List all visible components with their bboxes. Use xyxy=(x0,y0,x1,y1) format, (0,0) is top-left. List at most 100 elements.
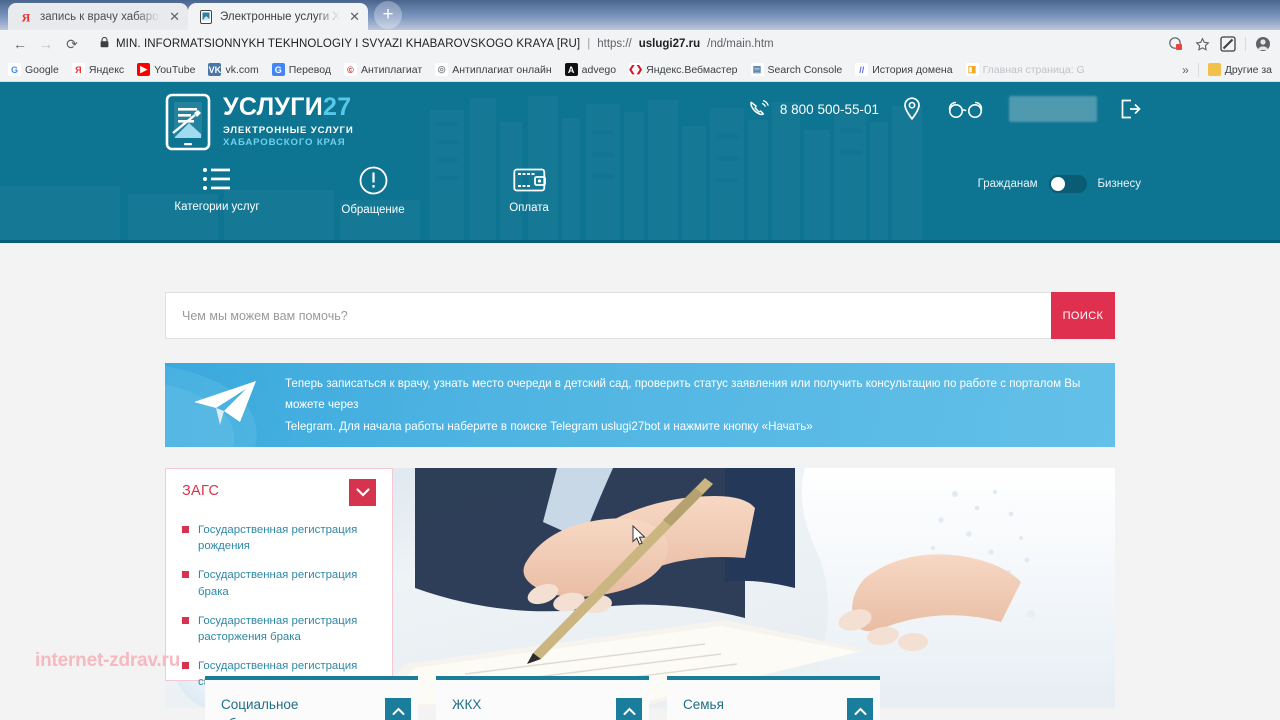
chevron-up-icon[interactable] xyxy=(616,698,642,720)
user-name-redacted[interactable] xyxy=(1009,96,1097,122)
circle-icon: ◎ xyxy=(435,63,449,76)
bookmark-item[interactable]: ❮❯ Яндекс.Вебмастер xyxy=(628,63,738,76)
chevron-up-icon[interactable] xyxy=(847,698,873,720)
glasses-icon[interactable] xyxy=(945,98,987,120)
youtube-icon: ▶ xyxy=(137,63,151,76)
bookmarks-overflow-icon[interactable]: » xyxy=(1182,63,1189,77)
category-cards: Социальное обеспечение ЖКХ Семья xyxy=(205,676,1115,720)
category-card-title: Социальное обеспечение xyxy=(221,697,302,720)
bookmark-item[interactable]: // История домена xyxy=(855,63,953,76)
bookmark-label: Антиплагиат онлайн xyxy=(452,63,552,76)
bookmark-star-icon[interactable] xyxy=(1193,35,1211,53)
bookmark-item[interactable]: ◎ Антиплагиат онлайн xyxy=(435,63,552,76)
support-phone[interactable]: 8 800 500-55-01 xyxy=(747,97,879,121)
audience-toggle[interactable]: Гражданам Бизнесу xyxy=(978,175,1141,193)
zags-service-list: Государственная регистрация рождения Гос… xyxy=(182,522,376,691)
bullet-icon xyxy=(182,616,189,624)
profile-avatar-icon[interactable] xyxy=(1254,35,1272,53)
bookmarks-divider xyxy=(1197,62,1199,77)
zags-item-label: Государственная регистрация брака xyxy=(198,569,358,598)
toolbar-icons xyxy=(1161,35,1272,53)
bookmark-item[interactable]: ▤ Search Console xyxy=(750,63,842,76)
logo-text: УСЛУГИ27 ЭЛЕКТРОННЫЕ УСЛУГИ ХАБАРОВСКОГО… xyxy=(223,95,354,149)
bookmark-item[interactable]: G Перевод xyxy=(271,63,331,76)
main-navigation: Категории услуг Обращение Оплата xyxy=(165,166,581,216)
bullet-icon xyxy=(182,662,189,670)
browser-toolbar: ← → ⟳ MIN. INFORMATSIONNYKH TEKHNOLOGIY … xyxy=(0,30,1280,58)
browser-tab-1-title: запись к врачу хабаровск — Ян xyxy=(40,10,160,23)
extensions-icon[interactable] xyxy=(1167,35,1185,53)
chevron-down-icon[interactable] xyxy=(349,479,376,506)
nav-item-categories-label: Категории услуг xyxy=(174,201,260,213)
tablet-document-icon xyxy=(165,93,211,151)
nav-item-appeal[interactable]: Обращение xyxy=(321,166,425,216)
bookmark-item[interactable]: Я Яндекс xyxy=(71,63,125,76)
category-card-family[interactable]: Семья xyxy=(667,676,880,720)
list-item[interactable]: Государственная регистрация расторжения … xyxy=(182,613,376,645)
list-item[interactable]: Государственная регистрация брака xyxy=(182,567,376,599)
lock-icon xyxy=(100,36,109,51)
bookmark-label: Главная страница: G xyxy=(982,63,1085,76)
list-item[interactable]: Государственная регистрация рождения xyxy=(182,522,376,554)
zags-panel-header: ЗАГС xyxy=(182,479,376,506)
forward-icon[interactable]: → xyxy=(34,32,58,56)
bookmark-item[interactable]: ◨ Главная страница: G xyxy=(965,63,1085,76)
bookmark-item[interactable]: VK vk.com xyxy=(208,63,259,76)
bookmark-label: Яндекс xyxy=(88,63,125,76)
telegram-banner-line-1: Теперь записаться к врачу, узнать место … xyxy=(285,376,1081,412)
category-card-title: Семья xyxy=(683,697,724,712)
svg-text:Я: Я xyxy=(21,10,30,24)
url-path: /nd/main.htm xyxy=(707,38,774,50)
browser-tab-1[interactable]: Я запись к врачу хабаровск — Ян ✕ xyxy=(8,3,188,30)
bookmark-label: vk.com xyxy=(225,63,259,76)
telegram-banner[interactable]: Теперь записаться к врачу, узнать место … xyxy=(165,363,1115,447)
zags-item-label: Государственная регистрация рождения xyxy=(198,524,358,553)
new-tab-button[interactable]: + xyxy=(374,1,402,29)
browser-tab-1-close-icon[interactable]: ✕ xyxy=(167,10,180,23)
bookmark-item[interactable]: G Google xyxy=(8,63,59,76)
back-icon[interactable]: ← xyxy=(8,32,32,56)
map-pin-icon[interactable] xyxy=(901,96,923,122)
zags-item-label: Государственная регистрация расторжения … xyxy=(198,614,358,643)
browser-tab-2[interactable]: Электронные услуги Хабаровск ✕ xyxy=(188,3,368,30)
bookmarks-bar: G Google Я Яндекс ▶ YouTube VK vk.com G … xyxy=(0,58,1280,82)
nav-item-categories[interactable]: Категории услуг xyxy=(165,166,269,216)
address-bar[interactable]: MIN. INFORMATSIONNYKH TEKHNOLOGIY I SVYA… xyxy=(90,33,1155,55)
bookmarks-bar-right: » Другие за xyxy=(1182,62,1272,77)
bookmark-item[interactable]: © Антиплагиат xyxy=(343,63,423,76)
advego-icon: A xyxy=(564,63,578,76)
omnibox-separator: | xyxy=(587,38,591,50)
folder-icon xyxy=(1207,63,1221,76)
telegram-banner-text: Теперь записаться к врачу, узнать место … xyxy=(285,373,1115,437)
audience-toggle-left-label: Гражданам xyxy=(977,178,1038,190)
bookmark-item[interactable]: A advego xyxy=(564,63,616,76)
other-bookmarks-folder[interactable]: Другие за xyxy=(1207,63,1272,76)
logout-icon[interactable] xyxy=(1119,98,1141,120)
search-bar: Чем мы можем вам помочь? ПОИСК xyxy=(165,292,1115,339)
bookmark-label: Антиплагиат xyxy=(360,63,423,76)
yandex-icon: Я xyxy=(71,63,85,76)
header-content: УСЛУГИ27 ЭЛЕКТРОННЫЕ УСЛУГИ ХАБАРОВСКОГО… xyxy=(165,82,1141,240)
history-icon: // xyxy=(855,63,869,76)
adblock-icon[interactable] xyxy=(1219,35,1237,53)
category-card-zhkh[interactable]: ЖКХ xyxy=(436,676,649,720)
category-card-social[interactable]: Социальное обеспечение xyxy=(205,676,418,720)
wallet-icon xyxy=(512,168,546,192)
bookmark-item[interactable]: ▶ YouTube xyxy=(137,63,195,76)
pages-icon: ◨ xyxy=(965,63,979,76)
vk-icon: VK xyxy=(208,63,222,76)
url-domain: uslugi27.ru xyxy=(638,38,701,50)
reload-icon[interactable]: ⟳ xyxy=(60,32,84,56)
page-viewport: УСЛУГИ27 ЭЛЕКТРОННЫЕ УСЛУГИ ХАБАРОВСКОГО… xyxy=(0,82,1280,720)
search-button[interactable]: ПОИСК xyxy=(1051,292,1115,339)
chevron-up-icon[interactable] xyxy=(385,698,411,720)
mouse-cursor xyxy=(632,524,647,551)
browser-tab-2-close-icon[interactable]: ✕ xyxy=(347,10,360,23)
yandex-icon: Я xyxy=(18,9,33,24)
bookmark-label: Яндекс.Вебмастер xyxy=(646,63,738,76)
nav-item-payment[interactable]: Оплата xyxy=(477,166,581,216)
audience-toggle-switch[interactable] xyxy=(1048,175,1087,193)
zags-panel-title: ЗАГС xyxy=(182,483,220,499)
list-icon xyxy=(203,168,230,190)
search-input[interactable]: Чем мы можем вам помочь? xyxy=(165,292,1051,339)
